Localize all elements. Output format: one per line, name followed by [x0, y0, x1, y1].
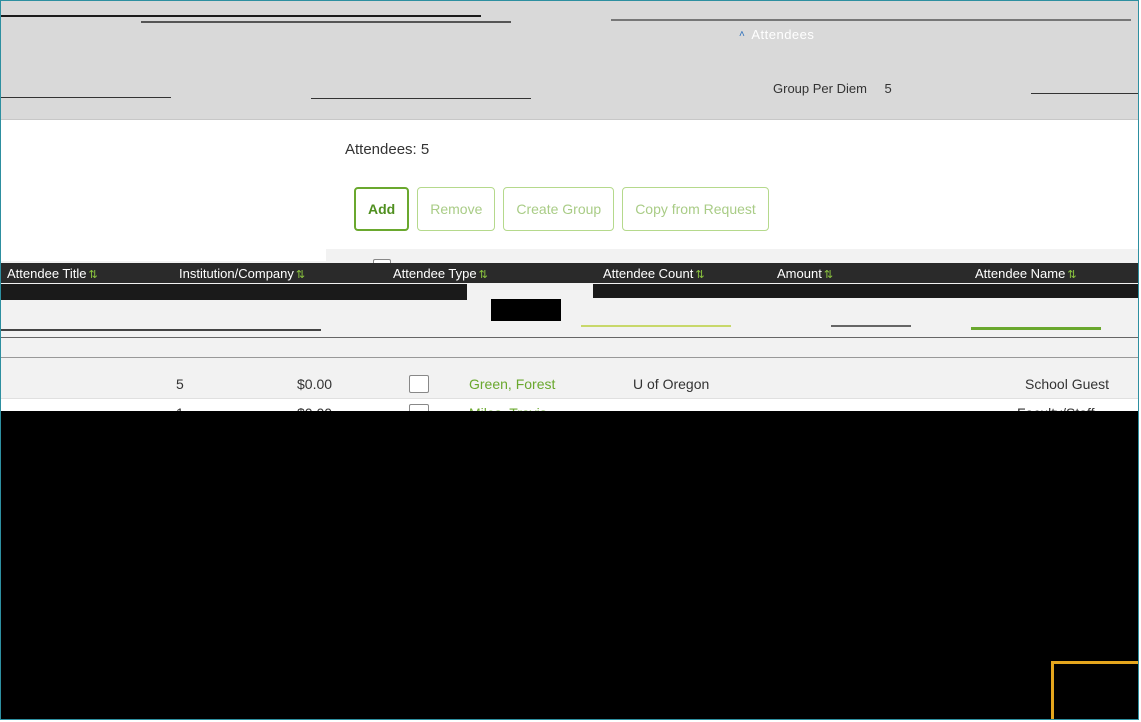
add-button[interactable]: Add — [354, 187, 410, 231]
render-artifact — [1031, 93, 1138, 94]
attendee-actions: Add Remove Create Group Copy from Reques… — [354, 187, 769, 231]
render-artifact — [491, 299, 561, 321]
render-artifact — [311, 98, 531, 99]
sort-icon: ⇅ — [695, 268, 705, 281]
column-header-attendee-name[interactable]: Attendee Name ⇅ — [975, 266, 1077, 281]
attendee-name-link[interactable]: Green, Forest — [469, 376, 555, 392]
unrendered-region — [1, 411, 1138, 719]
column-header-institution[interactable]: Institution/Company ⇅ — [179, 266, 305, 281]
table-header: Attendee Title ⇅ Institution/Company ⇅ Att… — [1, 263, 1138, 283]
sort-icon: ⇅ — [823, 268, 834, 281]
group-per-diem: Group Per Diem 5 — [773, 81, 892, 96]
per-diem-value: 5 — [884, 81, 892, 96]
focus-outline — [1051, 661, 1138, 719]
render-artifact — [1, 329, 321, 331]
section-toggle[interactable]: ˄ Attendees — [739, 27, 814, 42]
render-artifact — [831, 325, 911, 327]
render-artifact — [1, 337, 1138, 338]
render-artifact — [581, 325, 731, 327]
section-title: Attendees — [751, 27, 815, 42]
sort-icon: ⇅ — [88, 268, 98, 281]
render-artifact — [1, 249, 326, 261]
column-header-attendee-type[interactable]: Attendee Type ⇅ — [393, 266, 488, 281]
attendees-panel: ˄ Attendees Group Per Diem 5 Attendees: … — [0, 0, 1139, 720]
attendees-count: Attendees: 5 — [345, 141, 430, 158]
column-header-attendee-title[interactable]: Attendee Title ⇅ — [7, 266, 98, 281]
render-artifact — [1, 357, 1138, 358]
render-artifact — [593, 284, 1138, 298]
create-group-button[interactable]: Create Group — [503, 187, 615, 231]
render-artifact — [1, 284, 467, 300]
remove-button[interactable]: Remove — [417, 187, 496, 231]
attendees-section-header: ˄ Attendees Group Per Diem 5 — [1, 1, 1138, 120]
per-diem-label: Group Per Diem — [773, 81, 867, 96]
attendee-type-cell: School Guest — [1025, 376, 1110, 392]
chevron-up-icon: ˄ — [739, 29, 746, 40]
render-artifact — [1, 15, 481, 17]
sort-icon: ⇅ — [1067, 268, 1077, 281]
render-artifact — [971, 327, 1101, 330]
attendee-count-cell: 5 — [176, 376, 184, 392]
render-artifact — [141, 21, 511, 23]
sort-icon: ⇅ — [295, 268, 306, 281]
row-checkbox[interactable] — [409, 375, 429, 393]
render-artifact — [611, 19, 1131, 21]
copy-from-request-button[interactable]: Copy from Request — [622, 187, 769, 231]
table-filter-row — [1, 321, 1138, 358]
amount-cell: $0.00 — [297, 376, 333, 392]
column-header-amount[interactable]: Amount ⇅ — [777, 266, 833, 281]
render-artifact — [1, 97, 171, 98]
sort-icon: ⇅ — [478, 268, 488, 281]
table-row[interactable]: 5 $0.00 Green, Forest U of Oregon School… — [1, 370, 1138, 398]
institution-cell: U of Oregon — [633, 376, 710, 392]
column-header-attendee-count[interactable]: Attendee Count ⇅ — [603, 266, 705, 281]
